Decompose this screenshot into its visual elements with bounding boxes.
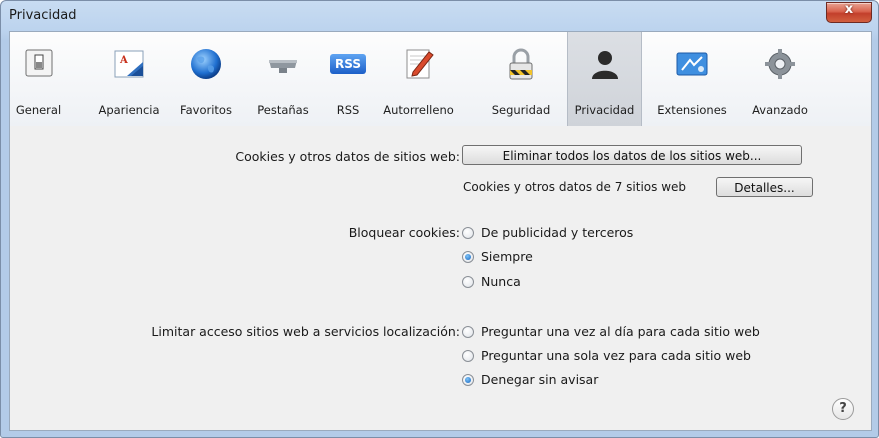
- radio-label: Preguntar una vez al día para cada sitio…: [481, 324, 760, 339]
- tab-autofill[interactable]: Autorrelleno: [377, 32, 460, 126]
- help-button[interactable]: ?: [832, 398, 854, 420]
- radio-button[interactable]: [462, 350, 474, 362]
- padlock-icon: [509, 48, 533, 80]
- location-label: Limitar acceso sitios web a servicios lo…: [151, 324, 460, 339]
- extensions-icon: [676, 52, 708, 76]
- person-silhouette-icon: [591, 51, 618, 79]
- gear-icon: [765, 49, 795, 79]
- remove-all-data-button[interactable]: Eliminar todos los datos de los sitios w…: [462, 145, 802, 165]
- rss-icon: RSS: [330, 46, 366, 82]
- tab-tabs[interactable]: Pestañas: [250, 32, 316, 126]
- radio-label: Nunca: [481, 274, 521, 289]
- tab-autofill-label: Autorrelleno: [383, 103, 454, 117]
- details-button[interactable]: Detalles...: [716, 177, 813, 197]
- tab-general[interactable]: General: [10, 32, 67, 126]
- globe-icon: [191, 49, 221, 79]
- radio-button-selected[interactable]: [462, 251, 474, 263]
- svg-text:A: A: [119, 55, 128, 66]
- tab-rss[interactable]: RSS RSS: [325, 32, 371, 126]
- cookies-label: Cookies y otros datos de sitios web:: [235, 149, 460, 164]
- radio-label: De publicidad y terceros: [481, 225, 634, 240]
- window-title: Privacidad: [9, 8, 77, 23]
- radio-button[interactable]: [462, 326, 474, 338]
- privacy-panel: Cookies y otros datos de sitios web: Eli…: [9, 126, 872, 431]
- appearance-icon: A: [114, 50, 144, 78]
- radio-label: Siempre: [481, 249, 533, 264]
- radio-button[interactable]: [462, 276, 474, 288]
- tab-extensions-label: Extensiones: [657, 103, 727, 117]
- radio-button-selected[interactable]: [462, 374, 474, 386]
- block-cookies-label: Bloquear cookies:: [348, 225, 460, 240]
- title-bar[interactable]: Privacidad x: [1, 1, 878, 31]
- tab-favorites-label: Favoritos: [180, 103, 232, 117]
- tab-privacy-label: Privacidad: [574, 103, 635, 117]
- tab-security[interactable]: Seguridad: [484, 32, 558, 126]
- general-switch-icon: [25, 49, 52, 77]
- tabs-icon: [269, 60, 297, 73]
- tab-general-label: General: [15, 103, 62, 117]
- preferences-window: Privacidad x General A Apariencia Favori…: [0, 0, 879, 438]
- autofill-pencil-icon: [406, 49, 434, 79]
- close-button[interactable]: x: [826, 2, 872, 23]
- tab-advanced-label: Avanzado: [752, 103, 808, 117]
- tab-extensions[interactable]: Extensiones: [651, 32, 733, 126]
- close-icon: x: [844, 2, 854, 17]
- radio-button[interactable]: [462, 227, 474, 239]
- tab-tabs-label: Pestañas: [257, 103, 309, 117]
- tab-privacy[interactable]: Privacidad: [567, 32, 642, 126]
- tab-advanced[interactable]: Avanzado: [743, 32, 817, 126]
- tab-security-label: Seguridad: [491, 103, 551, 117]
- preferences-toolbar: General A Apariencia Favoritos Pestañas …: [9, 31, 872, 127]
- rss-badge: RSS: [330, 54, 366, 74]
- tab-appearance[interactable]: A Apariencia: [94, 32, 164, 126]
- radio-label: Preguntar una sola vez para cada sitio w…: [481, 348, 751, 363]
- tab-appearance-label: Apariencia: [98, 103, 160, 117]
- cookies-count-text: Cookies y otros datos de 7 sitios web: [463, 180, 687, 194]
- tab-favorites[interactable]: Favoritos: [173, 32, 239, 126]
- tab-rss-label: RSS: [336, 103, 360, 117]
- radio-label: Denegar sin avisar: [481, 372, 599, 387]
